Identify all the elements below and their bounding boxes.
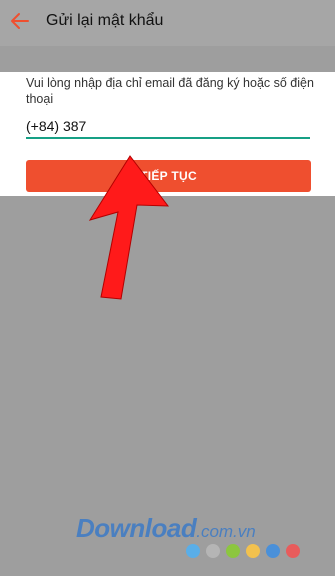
watermark-dots — [186, 544, 300, 558]
watermark-dot — [206, 544, 220, 558]
page-title: Gửi lại mật khẩu — [46, 12, 164, 29]
watermark-word: Download — [76, 513, 197, 543]
watermark-dot — [246, 544, 260, 558]
watermark-dot — [226, 544, 240, 558]
watermark-dot — [286, 544, 300, 558]
app-header: Gửi lại mật khẩu — [0, 0, 335, 46]
phone-email-input[interactable] — [26, 115, 310, 139]
watermark-domain: .com.vn — [196, 522, 256, 541]
watermark-dot — [266, 544, 280, 558]
instruction-text: Vui lòng nhập địa chỉ email đã đăng ký h… — [26, 76, 314, 106]
watermark-dot — [186, 544, 200, 558]
arrow-left-icon[interactable] — [8, 9, 32, 33]
red-arrow-pointer-icon — [88, 155, 170, 300]
